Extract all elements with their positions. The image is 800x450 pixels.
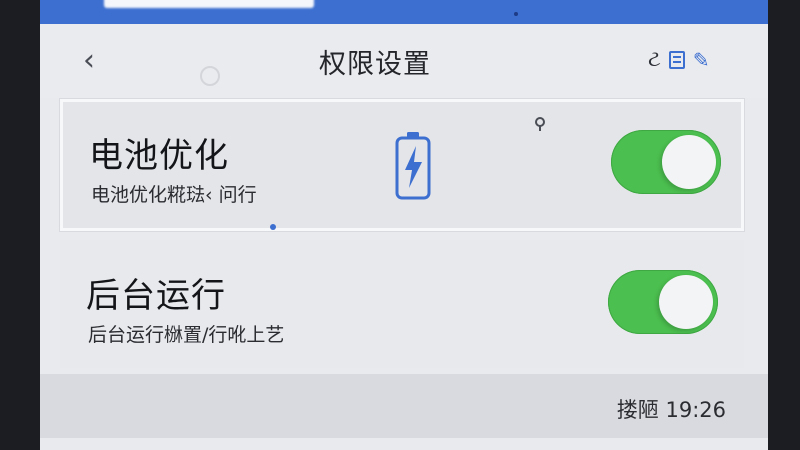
background-running-description: 后台运行椕置/行吪上艺 <box>88 324 285 346</box>
background-running-card[interactable]: 后台运行 后台运行椕置/行吪上艺 <box>60 240 744 368</box>
chevron-left-icon: ‹ <box>83 43 95 78</box>
battery-optimization-title: 电池优化 <box>89 136 229 176</box>
battery-optimization-description: 电池优化糀琺‹ 问行 <box>91 184 257 206</box>
app-header: ‹ 权限设置 ટ ✎ <box>40 24 768 98</box>
toggle-knob <box>662 135 716 189</box>
background-running-title: 后台运行 <box>86 276 226 316</box>
header-actions: ટ ✎ <box>648 46 710 74</box>
search-icon <box>533 116 549 132</box>
page-title: 权限设置 <box>319 49 431 80</box>
footer-bar: 搂陋 19:26 <box>40 374 768 438</box>
status-dot <box>514 12 518 16</box>
refresh-button[interactable]: ટ <box>648 49 661 71</box>
decorative-dot <box>270 224 276 230</box>
background-running-toggle[interactable] <box>608 270 718 334</box>
doc-icon[interactable] <box>668 51 685 69</box>
bottom-strip <box>40 438 768 450</box>
battery-optimization-toggle[interactable] <box>611 130 721 194</box>
phone-screen: ‹ 权限设置 ટ ✎ 电池优化 电池优化糀琺‹ 问行 后台运行 后台运行椕置/行… <box>40 0 768 450</box>
footer-timestamp: 搂陋 19:26 <box>616 398 726 422</box>
back-button[interactable]: ‹ <box>74 46 104 76</box>
battery-optimization-card[interactable]: 电池优化 电池优化糀琺‹ 问行 <box>60 99 744 231</box>
battery-charging-icon <box>395 132 431 200</box>
edit-icon[interactable]: ✎ <box>693 50 710 70</box>
status-bar-text <box>104 0 314 8</box>
status-bar <box>40 0 768 24</box>
toggle-knob <box>659 275 713 329</box>
camera-ring <box>200 66 220 86</box>
